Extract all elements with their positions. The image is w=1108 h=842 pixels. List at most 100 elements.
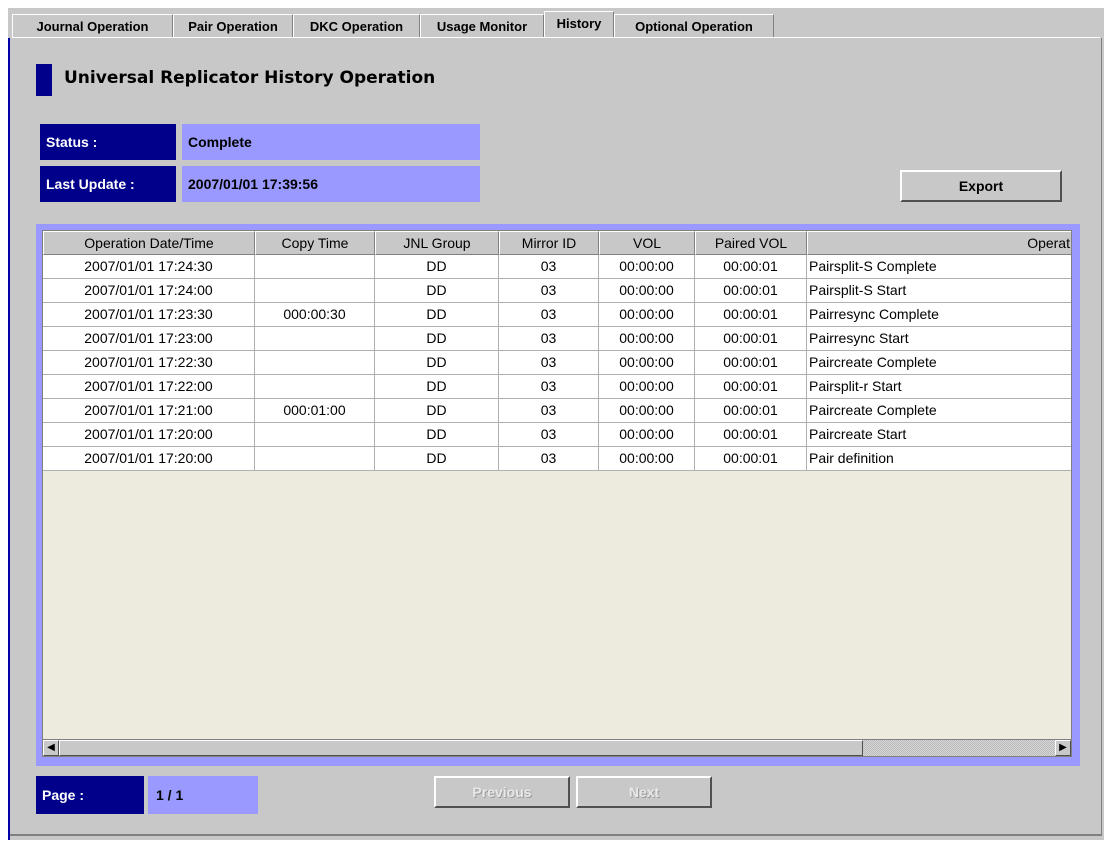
cell-copy-time <box>255 351 375 375</box>
cell-operation-datetime: 2007/01/01 17:24:30 <box>43 255 255 279</box>
scrollbar-thumb[interactable] <box>59 740 863 756</box>
cell-vol: 00:00:00 <box>599 399 695 423</box>
cell-vol: 00:00:00 <box>599 447 695 471</box>
cell-paired-vol: 00:00:01 <box>695 255 807 279</box>
cell-mirror-id: 03 <box>499 351 599 375</box>
tab-dkc-operation[interactable]: DKC Operation <box>293 14 420 38</box>
tab-journal-operation[interactable]: Journal Operation <box>12 14 173 38</box>
table-row[interactable]: 2007/01/01 17:22:30 DD 03 00:00:00 00:00:01 P… <box>43 351 1071 375</box>
tab-pair-operation[interactable]: Pair Operation <box>173 14 293 38</box>
cell-jnl-group: DD <box>375 399 499 423</box>
cell-operation: Pairresync Complete <box>807 303 1071 327</box>
table-row[interactable]: 2007/01/01 17:24:30 DD 03 00:00:00 00:00:01 P… <box>43 255 1071 279</box>
cell-mirror-id: 03 <box>499 279 599 303</box>
history-table: Operation Date/Time Copy Time JNL Group … <box>42 230 1072 740</box>
table-body: 2007/01/01 17:24:30 DD 03 00:00:00 00:00:01 P… <box>43 255 1071 471</box>
cell-mirror-id: 03 <box>499 399 599 423</box>
cell-jnl-group: DD <box>375 327 499 351</box>
cell-jnl-group: DD <box>375 423 499 447</box>
column-header-operation-datetime[interactable]: Operation Date/Time <box>43 231 255 255</box>
cell-copy-time <box>255 327 375 351</box>
tab-history[interactable]: History <box>544 11 614 38</box>
cell-operation-datetime: 2007/01/01 17:23:00 <box>43 327 255 351</box>
table-row[interactable]: 2007/01/01 17:20:00 DD 03 00:00:00 00:00:01 P… <box>43 423 1071 447</box>
cell-jnl-group: DD <box>375 279 499 303</box>
panel-left-border <box>8 38 10 840</box>
table-row[interactable]: 2007/01/01 17:20:00 DD 03 00:00:00 00:00:01 P… <box>43 447 1071 471</box>
cell-vol: 00:00:00 <box>599 327 695 351</box>
panel-right-border <box>1101 38 1102 836</box>
page-value: 1 / 1 <box>148 776 258 814</box>
cell-copy-time <box>255 279 375 303</box>
left-arrow-icon[interactable]: ◀ <box>43 740 59 756</box>
cell-copy-time <box>255 447 375 471</box>
cell-copy-time: 000:00:30 <box>255 303 375 327</box>
column-header-jnl-group[interactable]: JNL Group <box>375 231 499 255</box>
cell-operation-datetime: 2007/01/01 17:20:00 <box>43 423 255 447</box>
cell-jnl-group: DD <box>375 351 499 375</box>
cell-operation: Paircreate Complete <box>807 351 1071 375</box>
cell-mirror-id: 03 <box>499 327 599 351</box>
cell-paired-vol: 00:00:01 <box>695 375 807 399</box>
cell-operation: Pairsplit-S Complete <box>807 255 1071 279</box>
cell-operation-datetime: 2007/01/01 17:23:30 <box>43 303 255 327</box>
horizontal-scrollbar[interactable]: ◀ ▶ <box>42 739 1072 757</box>
cell-operation-datetime: 2007/01/01 17:21:00 <box>43 399 255 423</box>
cell-copy-time <box>255 255 375 279</box>
status-value: Complete <box>182 124 480 160</box>
tab-optional-operation[interactable]: Optional Operation <box>614 14 774 38</box>
table-row[interactable]: 2007/01/01 17:23:30 000:00:30 DD 03 00:00:00… <box>43 303 1071 327</box>
cell-mirror-id: 03 <box>499 447 599 471</box>
cell-vol: 00:00:00 <box>599 303 695 327</box>
cell-jnl-group: DD <box>375 255 499 279</box>
cell-operation: Paircreate Start <box>807 423 1071 447</box>
cell-vol: 00:00:00 <box>599 423 695 447</box>
cell-operation: Pair definition <box>807 447 1071 471</box>
cell-copy-time <box>255 375 375 399</box>
cell-operation: Paircreate Complete <box>807 399 1071 423</box>
table-header: Operation Date/Time Copy Time JNL Group … <box>43 231 1071 255</box>
previous-button[interactable]: Previous <box>434 776 570 808</box>
column-header-paired-vol[interactable]: Paired VOL <box>695 231 807 255</box>
cell-operation-datetime: 2007/01/01 17:24:00 <box>43 279 255 303</box>
tab-underline <box>12 37 1100 38</box>
cell-mirror-id: 03 <box>499 255 599 279</box>
last-update-label: Last Update : <box>40 166 176 202</box>
cell-copy-time: 000:01:00 <box>255 399 375 423</box>
column-header-operation[interactable]: Operat <box>807 231 1071 255</box>
cell-jnl-group: DD <box>375 303 499 327</box>
table-row[interactable]: 2007/01/01 17:23:00 DD 03 00:00:00 00:00:01 P… <box>43 327 1071 351</box>
cell-paired-vol: 00:00:01 <box>695 327 807 351</box>
cell-paired-vol: 00:00:01 <box>695 447 807 471</box>
cell-vol: 00:00:00 <box>599 351 695 375</box>
table-row[interactable]: 2007/01/01 17:22:00 DD 03 00:00:00 00:00:01 P… <box>43 375 1071 399</box>
cell-copy-time <box>255 423 375 447</box>
table-row[interactable]: 2007/01/01 17:24:00 DD 03 00:00:00 00:00:01 P… <box>43 279 1071 303</box>
cell-vol: 00:00:00 <box>599 375 695 399</box>
export-button[interactable]: Export <box>900 170 1062 202</box>
status-label: Status : <box>40 124 176 160</box>
column-header-mirror-id[interactable]: Mirror ID <box>499 231 599 255</box>
next-button[interactable]: Next <box>576 776 712 808</box>
cell-mirror-id: 03 <box>499 423 599 447</box>
cell-jnl-group: DD <box>375 447 499 471</box>
cell-operation-datetime: 2007/01/01 17:22:00 <box>43 375 255 399</box>
cell-paired-vol: 00:00:01 <box>695 423 807 447</box>
cell-mirror-id: 03 <box>499 303 599 327</box>
right-arrow-icon[interactable]: ▶ <box>1055 740 1071 756</box>
column-header-copy-time[interactable]: Copy Time <box>255 231 375 255</box>
page-label: Page : <box>36 776 144 814</box>
last-update-value: 2007/01/01 17:39:56 <box>182 166 480 202</box>
panel-bottom-border <box>10 834 1102 836</box>
cell-operation: Pairsplit-r Start <box>807 375 1071 399</box>
cell-paired-vol: 00:00:01 <box>695 279 807 303</box>
cell-paired-vol: 00:00:01 <box>695 399 807 423</box>
cell-paired-vol: 00:00:01 <box>695 303 807 327</box>
cell-vol: 00:00:00 <box>599 279 695 303</box>
table-row[interactable]: 2007/01/01 17:21:00 000:01:00 DD 03 00:00:00… <box>43 399 1071 423</box>
tab-usage-monitor[interactable]: Usage Monitor <box>420 14 544 38</box>
page-title: Universal Replicator History Operation <box>64 68 436 88</box>
cell-operation-datetime: 2007/01/01 17:22:30 <box>43 351 255 375</box>
history-table-container: Operation Date/Time Copy Time JNL Group … <box>36 224 1080 766</box>
column-header-vol[interactable]: VOL <box>599 231 695 255</box>
